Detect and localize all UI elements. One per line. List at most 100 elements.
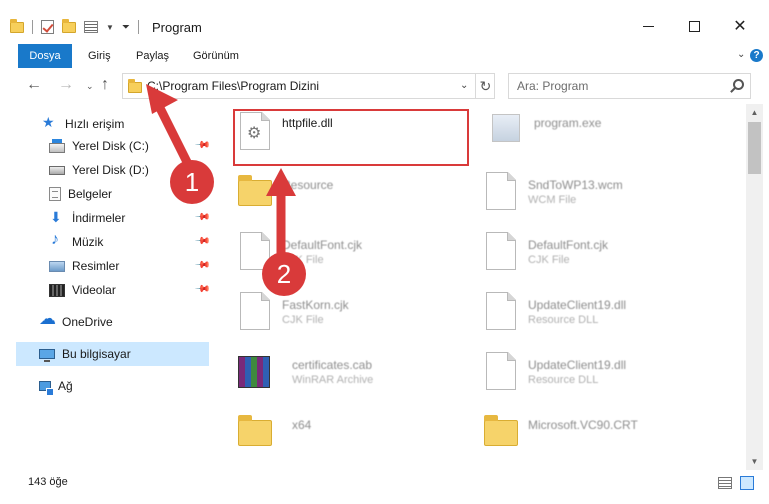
up-button[interactable]: ↑ [101,76,109,94]
file-name: FastKorn.cjk [282,298,349,312]
file-item-microsoft-vc90-crt[interactable]: Microsoft.VC90.CRT [482,410,722,458]
drive-icon [49,138,65,153]
search-box[interactable]: Ara: Program [508,73,751,99]
file-name: program.exe [534,116,602,130]
file-name: Microsoft.VC90.CRT [528,418,638,432]
dll-file-icon [486,352,516,390]
divider [137,20,139,34]
folder-icon [238,415,272,446]
pictures-icon [49,260,65,272]
sidebar-item-onedrive[interactable]: OneDrive [0,309,220,334]
vertical-scrollbar[interactable]: ▲ ▼ [746,104,763,470]
close-button[interactable]: ✕ [717,10,763,42]
divider [32,20,33,34]
sidebar-item-label: OneDrive [62,315,113,329]
tab-file[interactable]: Dosya [18,44,72,68]
back-button[interactable]: ← [26,76,42,94]
file-item-certificates-cab[interactable]: certificates.cab WinRAR Archive [236,350,476,398]
sidebar-item-downloads[interactable]: İndirmeler 📌 [0,206,220,230]
recent-locations-button[interactable]: ⌄ [86,81,94,92]
sidebar-item-label: Yerel Disk (C:) [72,139,149,153]
sidebar-item-quick-access[interactable]: Hızlı erişim [0,112,220,136]
file-item-defaultfont-cjk-2[interactable]: DefaultFont.cjk CJK File [482,230,722,278]
pin-icon: 📌 [193,233,211,250]
dll-file-icon [486,292,516,330]
navigation-bar: ← → ⌄ ↑ C:\Program Files\Program Dizini … [0,70,769,102]
file-type: WCM File [528,194,577,206]
exe-file-icon [492,114,520,142]
properties-icon[interactable] [84,21,98,33]
file-icon [486,172,516,210]
network-icon [39,381,54,396]
folder-icon [10,18,24,33]
details-view-icon[interactable] [718,477,732,489]
item-count: 143 öğe [28,476,68,488]
file-type: CJK File [282,314,324,326]
file-item-fastkorn-cjk[interactable]: FastKorn.cjk CJK File [236,290,476,338]
address-dropdown-icon[interactable]: ⌄ [460,80,468,91]
sidebar-item-local-disk-c[interactable]: Yerel Disk (C:) 📌 [0,134,220,158]
ribbon-expand-icon[interactable]: ⌄ [737,49,745,60]
sidebar-item-pictures[interactable]: Resimler 📌 [0,254,220,278]
highlight-box [233,109,469,166]
scroll-down-icon[interactable]: ▼ [746,453,763,470]
scrollbar-thumb[interactable] [748,122,761,174]
sidebar-item-music[interactable]: Müzik 📌 [0,230,220,254]
quick-access-toolbar: ▼ ⏷ [10,16,139,38]
new-folder-icon[interactable] [62,18,76,33]
file-icon [486,232,516,270]
sidebar-item-network[interactable]: Ağ [0,374,220,398]
maximize-button[interactable] [671,10,717,42]
file-name: DefaultFont.cjk [282,238,363,252]
file-item-x64[interactable]: x64 [236,410,476,458]
pin-icon: 📌 [193,137,211,154]
file-item-updateclient19-dll[interactable]: UpdateClient19.dll Resource DLL [482,290,722,338]
sidebar-item-videos[interactable]: Videolar 📌 [0,278,220,302]
forward-button[interactable]: → [58,76,74,94]
pin-icon: 📌 [193,209,211,226]
cloud-icon [39,309,56,329]
music-icon [49,231,65,249]
folder-icon [238,175,272,206]
sidebar-item-label: Bu bilgisayar [62,347,131,361]
sidebar-item-label: Videolar [72,283,116,297]
videos-icon [49,283,65,297]
file-name: UpdateClient19.dll [528,358,627,372]
sidebar-item-label: Resimler [72,259,120,273]
chevron-down-icon[interactable]: ▼ [106,23,114,32]
folder-icon [128,79,142,93]
help-icon[interactable]: ? [750,49,763,62]
sidebar-item-label: Hızlı erişim [65,117,125,131]
customize-toolbar-icon[interactable]: ⏷ [122,22,130,33]
file-item-sndtowp13-wcm[interactable]: SndToWP13.wcm WCM File [482,170,722,218]
file-name: DefaultFont.cjk [528,238,609,252]
window-title: Program [152,20,202,35]
file-item-program-exe[interactable]: program.exe [488,110,728,158]
tab-share[interactable]: Paylaş [136,44,169,68]
large-icons-view-icon[interactable] [740,476,754,490]
search-icon[interactable] [733,79,744,90]
address-path[interactable]: C:\Program Files\Program Dizini [147,79,319,93]
tab-view[interactable]: Görünüm [193,44,239,68]
file-name: UpdateClient19.dll [528,298,627,312]
minimize-icon [642,25,654,27]
address-bar[interactable]: C:\Program Files\Program Dizini ⌄ ↻ [122,73,495,99]
scroll-up-icon[interactable]: ▲ [746,104,763,121]
refresh-button[interactable]: ↻ [475,74,495,98]
sidebar-item-this-pc[interactable]: Bu bilgisayar [16,342,209,366]
sidebar-item-label: Müzik [72,235,104,249]
file-item-updateclient19-dll-2[interactable]: UpdateClient19.dll Resource DLL [482,350,722,398]
file-item-resource[interactable]: Resource [236,170,476,218]
file-name: SndToWP13.wcm [528,178,623,192]
title-bar: ▼ ⏷ Program ✕ [0,0,769,44]
properties-check-icon[interactable] [41,20,54,34]
tab-home[interactable]: Giriş [88,44,111,68]
sidebar-item-label: Ağ [58,379,73,393]
file-type: CJK File [528,254,570,266]
minimize-button[interactable] [625,10,671,42]
navigation-pane: Hızlı erişim Yerel Disk (C:) 📌 Yerel Dis… [0,104,220,470]
sidebar-item-label: Belgeler [68,187,113,201]
pin-icon: 📌 [193,281,211,298]
search-input[interactable]: Ara: Program [517,79,588,93]
archive-icon [238,356,270,388]
